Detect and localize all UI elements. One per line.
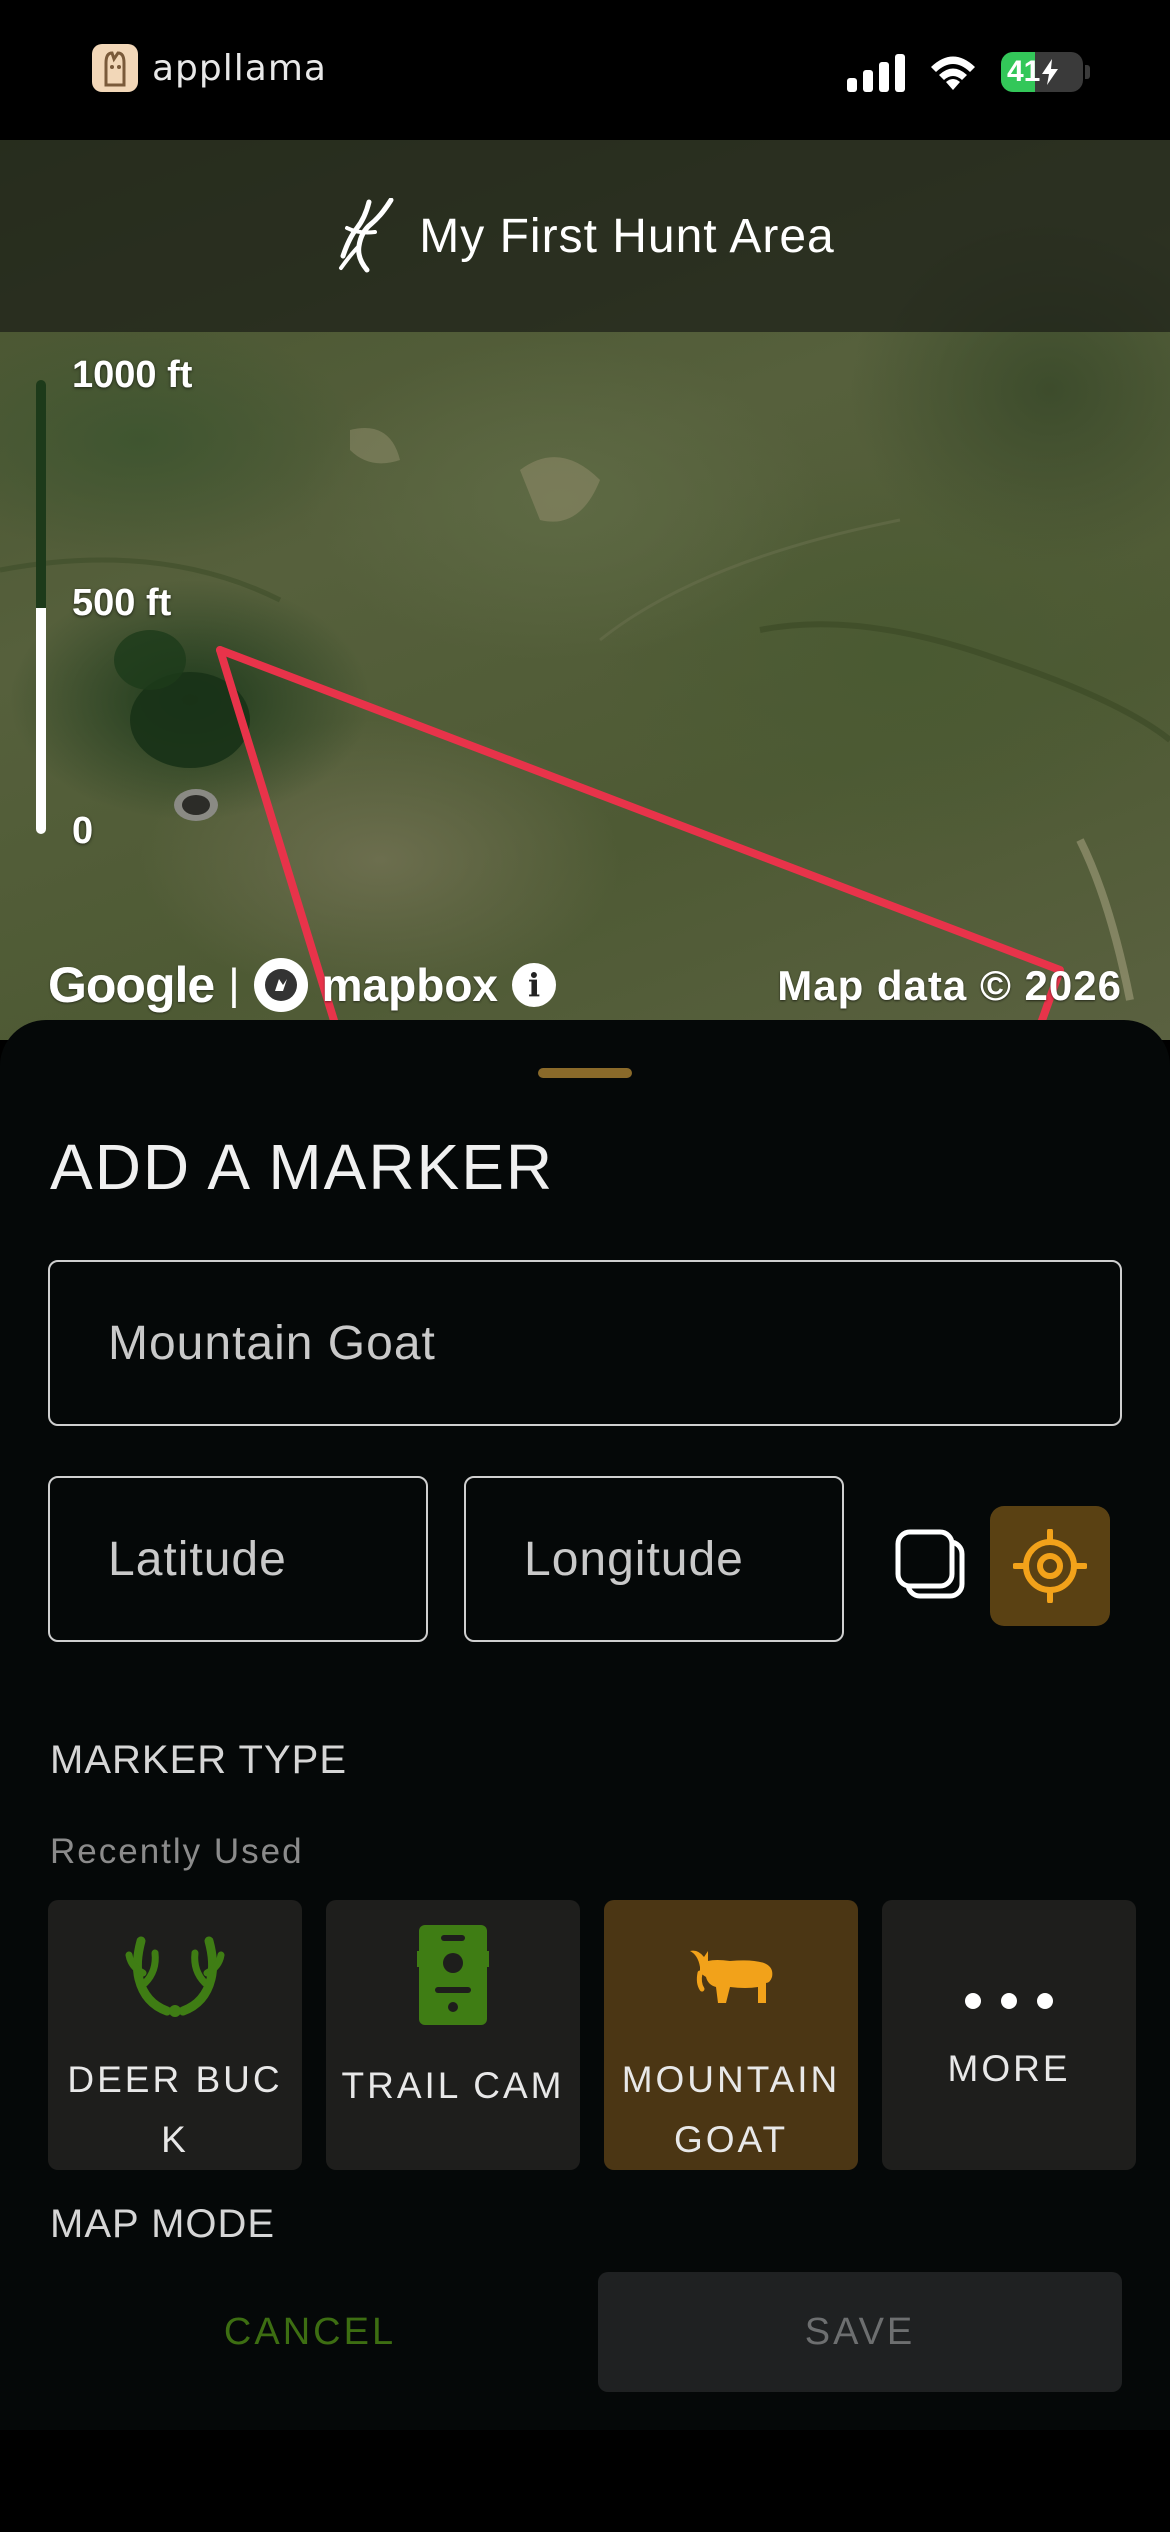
map-mode-label: MAP MODE [50,2202,276,2246]
marker-type-deer-buck[interactable]: DEER BUCK [48,1900,302,2170]
marker-type-tiles: DEER BUCK TRAIL CAM MOUNTAIN GOAT MORE [48,1900,1136,2170]
marker-name-field[interactable]: Mountain Goat [48,1260,1122,1426]
google-logo: Google [48,957,215,1013]
tile-label: MOUNTAIN GOAT [621,2059,841,2160]
mapbox-wordmark: mapbox [321,959,499,1011]
map-attribution: Google | mapbox i [48,956,557,1014]
scale-label-min: 0 [72,810,94,852]
carrier-name: appllama [152,47,327,89]
copy-icon [895,1529,965,1599]
sheet-drag-handle[interactable] [538,1068,632,1078]
wifi-icon [931,56,975,90]
battery-icon: 41 [1001,52,1083,92]
antlers-icon [120,1920,230,2024]
use-current-location-button[interactable] [990,1506,1110,1626]
copy-coordinates-button[interactable] [892,1526,968,1602]
save-button[interactable]: SAVE [598,2272,1122,2392]
marker-type-mountain-goat[interactable]: MOUNTAIN GOAT [604,1900,858,2170]
map-header: My First Hunt Area [0,140,1170,332]
battery-level: 41 [1007,55,1041,88]
sheet-title: ADD A MARKER [50,1131,555,1203]
longitude-field[interactable]: Longitude [464,1476,844,1642]
marker-type-more[interactable]: MORE [882,1900,1136,2170]
hunter-logo-icon [339,198,394,273]
cellular-signal-icon [847,52,905,92]
status-icons: 41 [847,52,1090,92]
tile-label: MORE [947,2048,1071,2089]
llama-logo-icon [92,44,138,92]
trail-camera-icon [398,1920,508,2030]
tile-label: DEER BUCK [67,2059,283,2160]
map-view[interactable]: My First Hunt Area 1000 ft 500 ft 0 Goog… [0,140,1170,1040]
scale-label-max: 1000 ft [72,354,193,396]
scale-label-mid: 500 ft [72,582,172,624]
map-title: My First Hunt Area [419,209,835,263]
recently-used-label: Recently Used [50,1832,304,1871]
elevation-scale-bar [36,380,46,834]
mapbox-logo-icon [253,958,308,1012]
carrier: appllama [92,44,327,92]
tile-label: TRAIL CAM [341,2065,565,2106]
ellipsis-icon [954,1971,1064,2031]
marker-type-trail-cam[interactable]: TRAIL CAM [326,1900,580,2170]
attribution-separator: | [228,960,240,1009]
cancel-button[interactable]: CANCEL [48,2272,572,2392]
charging-bolt-icon [1042,59,1059,85]
marker-type-label: MARKER TYPE [50,1738,347,1782]
crosshair-icon [1013,1529,1087,1603]
add-marker-sheet: ADD A MARKER Mountain Goat Latitude Long… [0,1020,1170,2430]
status-bar: appllama 41 [0,0,1170,140]
latitude-field[interactable]: Latitude [48,1476,428,1642]
map-data-copyright: Map data © 2026 [777,962,1122,1009]
info-icon[interactable]: i [512,963,557,1007]
mountain-goat-icon [676,1920,786,2024]
